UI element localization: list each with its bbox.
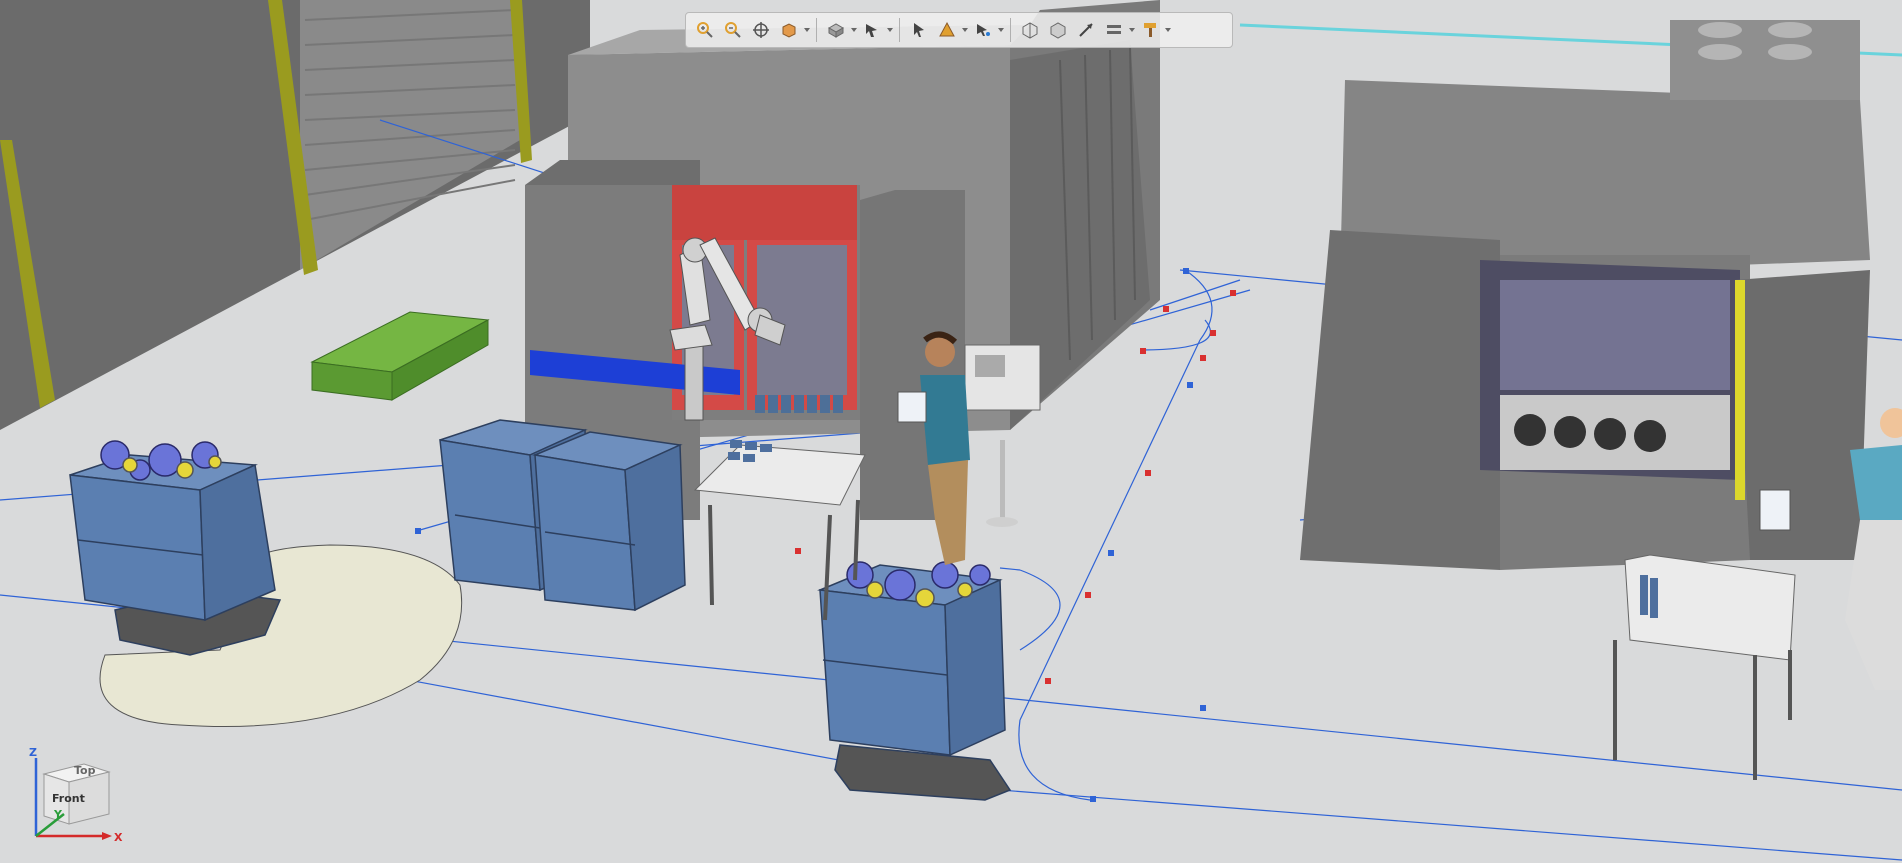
factory-scene [0, 0, 1902, 863]
zoom-out-button[interactable] [720, 17, 746, 43]
navigation-cube[interactable]: Top Front X Z Y [24, 744, 124, 844]
paint-button[interactable] [1137, 17, 1163, 43]
grid-button[interactable] [1101, 17, 1127, 43]
zoom-out-icon [725, 22, 741, 38]
toolbar-separator [816, 18, 817, 42]
box-wire-icon [1050, 22, 1066, 39]
x-axis-label: X [114, 831, 123, 844]
paint-icon [1144, 23, 1156, 37]
snap-button[interactable] [970, 17, 996, 43]
grid-dropdown-arrow[interactable] [1129, 17, 1135, 43]
snap-dropdown-arrow[interactable] [998, 17, 1004, 43]
z-axis-label: Z [29, 746, 37, 759]
view-style-dropdown-arrow[interactable] [851, 17, 857, 43]
zoom-in-icon [697, 22, 713, 38]
cnc-machine-right [1300, 20, 1870, 570]
render-mode-button[interactable] [859, 17, 885, 43]
storage-boxes [439, 419, 686, 612]
pan-button[interactable] [748, 17, 774, 43]
orbit-icon [782, 23, 796, 38]
mobile-robot-center [817, 561, 1012, 801]
measure-button[interactable] [934, 17, 960, 43]
view-style-button[interactable] [823, 17, 849, 43]
y-axis-label: Y [53, 808, 63, 821]
3d-viewport[interactable]: Top Front X Z Y [0, 0, 1902, 863]
move-axis-button[interactable] [1073, 17, 1099, 43]
pan-icon [753, 22, 769, 38]
zoom-in-button[interactable] [692, 17, 718, 43]
view-toolbar [685, 12, 1233, 48]
box-wire-button[interactable] [1045, 17, 1071, 43]
navcube-top-label: Top [74, 764, 96, 777]
view-style-icon [827, 23, 845, 38]
box-icon [1022, 22, 1038, 39]
navcube-front-label: Front [52, 792, 85, 805]
move-axis-icon [1079, 23, 1093, 37]
render-mode-icon [866, 24, 877, 37]
orbit-dropdown-arrow[interactable] [804, 17, 810, 43]
measure-dropdown-arrow[interactable] [962, 17, 968, 43]
render-mode-dropdown-arrow[interactable] [887, 17, 893, 43]
select-button[interactable] [906, 17, 932, 43]
orbit-button[interactable] [776, 17, 802, 43]
box-button[interactable] [1017, 17, 1043, 43]
toolbar-separator [899, 18, 900, 42]
grid-icon [1107, 25, 1121, 34]
toolbar-separator [1010, 18, 1011, 42]
paint-dropdown-arrow[interactable] [1165, 17, 1171, 43]
snap-icon [977, 24, 990, 36]
select-icon [914, 23, 924, 37]
measure-icon [939, 21, 955, 37]
